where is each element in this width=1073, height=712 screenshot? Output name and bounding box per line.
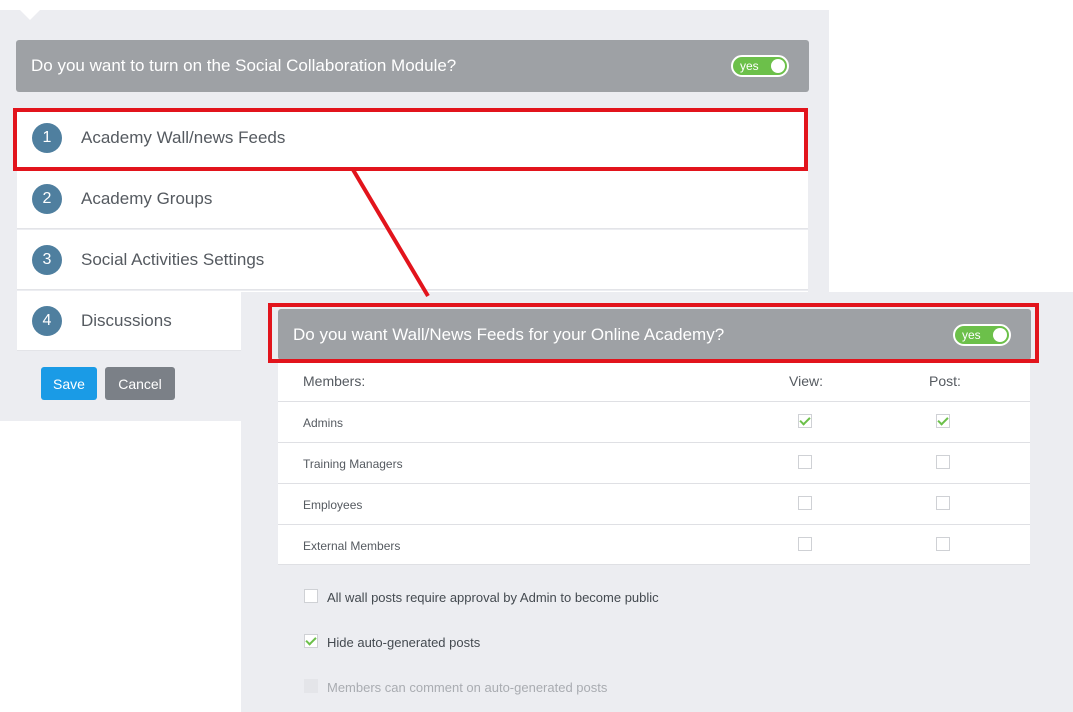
annotation-arrow (350, 166, 430, 298)
connector-line (350, 166, 430, 298)
